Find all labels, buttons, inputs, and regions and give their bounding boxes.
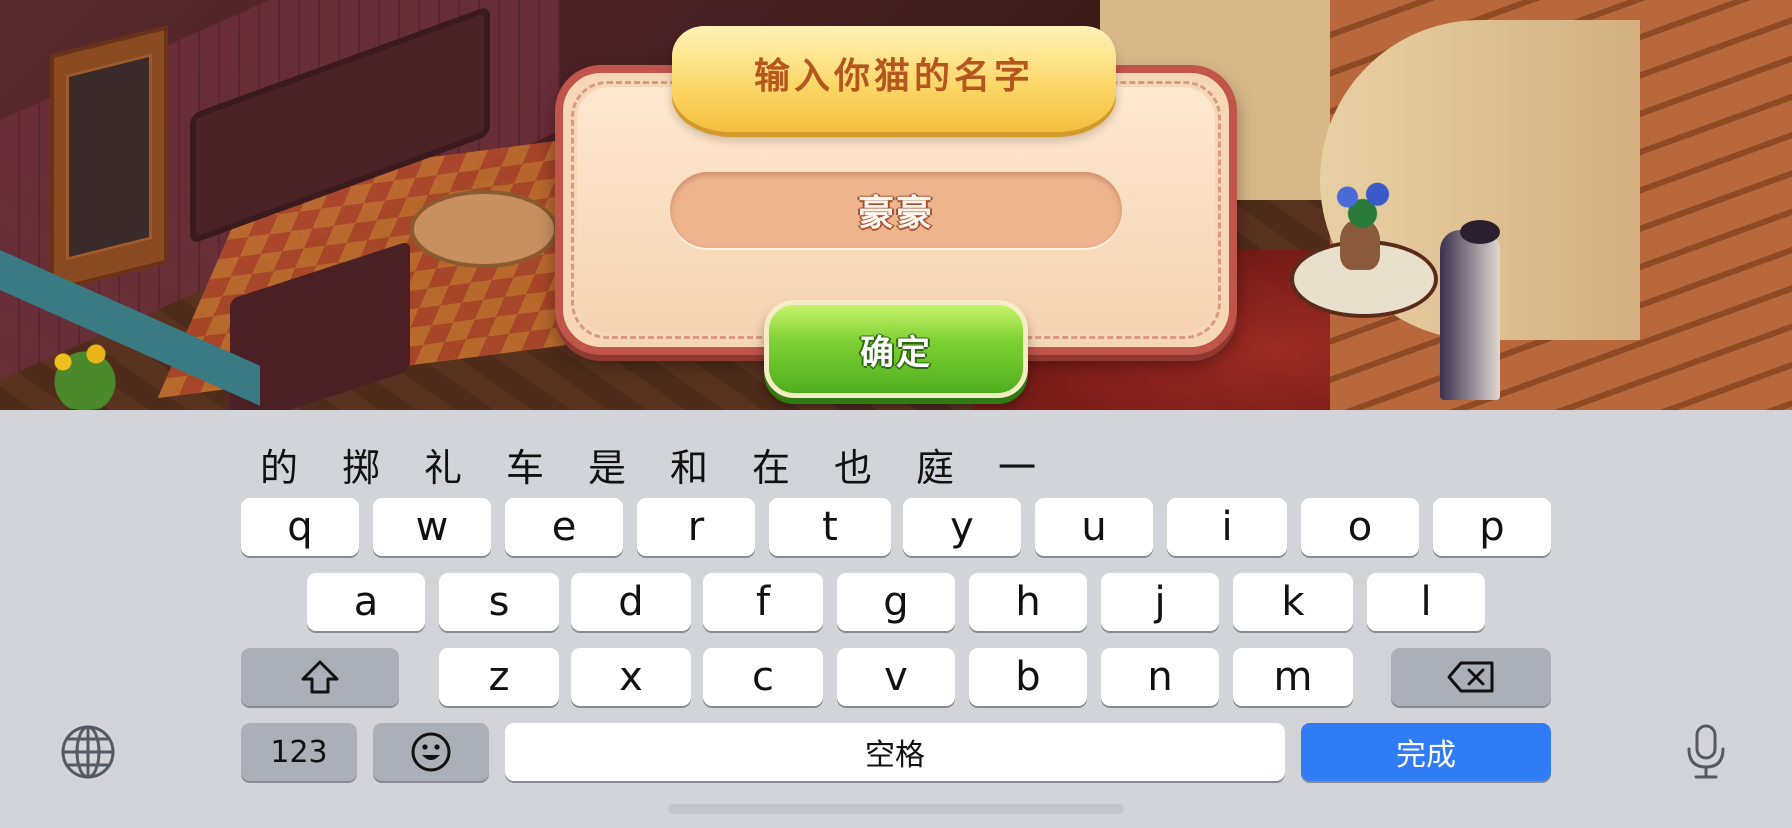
key-n[interactable]: n [1101, 648, 1219, 706]
numbers-key[interactable]: 123 [241, 723, 357, 781]
backspace-icon [1447, 661, 1495, 693]
key-y[interactable]: y [903, 498, 1021, 556]
key-g[interactable]: g [837, 573, 955, 631]
blue-flowers [1325, 175, 1400, 230]
coat-stand [1440, 230, 1500, 400]
shift-icon [300, 659, 340, 695]
confirm-button[interactable]: 确定 [764, 300, 1028, 398]
candidate-word[interactable]: 也 [834, 438, 916, 498]
candidate-word[interactable]: 掷 [342, 438, 424, 498]
key-k[interactable]: k [1233, 573, 1353, 631]
emoji-icon [410, 731, 452, 773]
emoji-key[interactable] [373, 723, 489, 781]
key-c[interactable]: c [703, 648, 823, 706]
china-cabinet [50, 25, 168, 293]
delete-key[interactable] [1391, 648, 1551, 706]
candidate-word[interactable]: 的 [260, 438, 342, 498]
key-m[interactable]: m [1233, 648, 1353, 706]
key-q[interactable]: q [241, 498, 359, 556]
key-s[interactable]: s [439, 573, 559, 631]
key-h[interactable]: h [969, 573, 1087, 631]
home-indicator [668, 804, 1124, 814]
key-i[interactable]: i [1167, 498, 1287, 556]
candidate-word[interactable]: 是 [588, 438, 670, 498]
dialog-title-banner: 输入你猫的名字 [672, 26, 1116, 132]
cat-name-value[interactable]: 豪豪 [858, 184, 934, 236]
flower-plant [30, 330, 140, 410]
key-u[interactable]: u [1035, 498, 1153, 556]
key-l[interactable]: l [1367, 573, 1485, 631]
candidate-word[interactable]: 一 [998, 438, 1080, 498]
candidate-word[interactable]: 庭 [916, 438, 998, 498]
key-t[interactable]: t [769, 498, 891, 556]
coffee-table [410, 190, 558, 268]
hat [1460, 220, 1500, 244]
key-b[interactable]: b [969, 648, 1087, 706]
candidate-word[interactable]: 车 [506, 438, 588, 498]
key-p[interactable]: p [1433, 498, 1551, 556]
candidate-word[interactable]: 在 [752, 438, 834, 498]
key-j[interactable]: j [1101, 573, 1219, 631]
key-w[interactable]: w [373, 498, 491, 556]
globe-icon [60, 724, 116, 780]
key-d[interactable]: d [571, 573, 691, 631]
globe-key[interactable] [58, 722, 118, 782]
candidate-word[interactable]: 和 [670, 438, 752, 498]
shift-key[interactable] [241, 648, 399, 706]
key-v[interactable]: v [837, 648, 955, 706]
space-key[interactable]: 空格 [505, 723, 1285, 781]
candidate-word[interactable]: 礼 [424, 438, 506, 498]
dialog-title: 输入你猫的名字 [753, 56, 1034, 97]
done-key[interactable]: 完成 [1301, 723, 1551, 781]
key-z[interactable]: z [439, 648, 559, 706]
confirm-button-label: 确定 [860, 332, 932, 373]
key-x[interactable]: x [571, 648, 691, 706]
key-r[interactable]: r [637, 498, 755, 556]
cat-name-input[interactable]: 豪豪 [670, 172, 1122, 248]
key-f[interactable]: f [703, 573, 823, 631]
microphone-icon [1684, 723, 1728, 781]
key-o[interactable]: o [1301, 498, 1419, 556]
candidate-bar: 的 掷 礼 车 是 和 在 也 庭 一 [260, 438, 1080, 498]
key-a[interactable]: a [307, 573, 425, 631]
microphone-key[interactable] [1676, 722, 1736, 782]
key-e[interactable]: e [505, 498, 623, 556]
onscreen-keyboard: 的 掷 礼 车 是 和 在 也 庭 一 q w e r t y u i o p … [0, 410, 1792, 828]
